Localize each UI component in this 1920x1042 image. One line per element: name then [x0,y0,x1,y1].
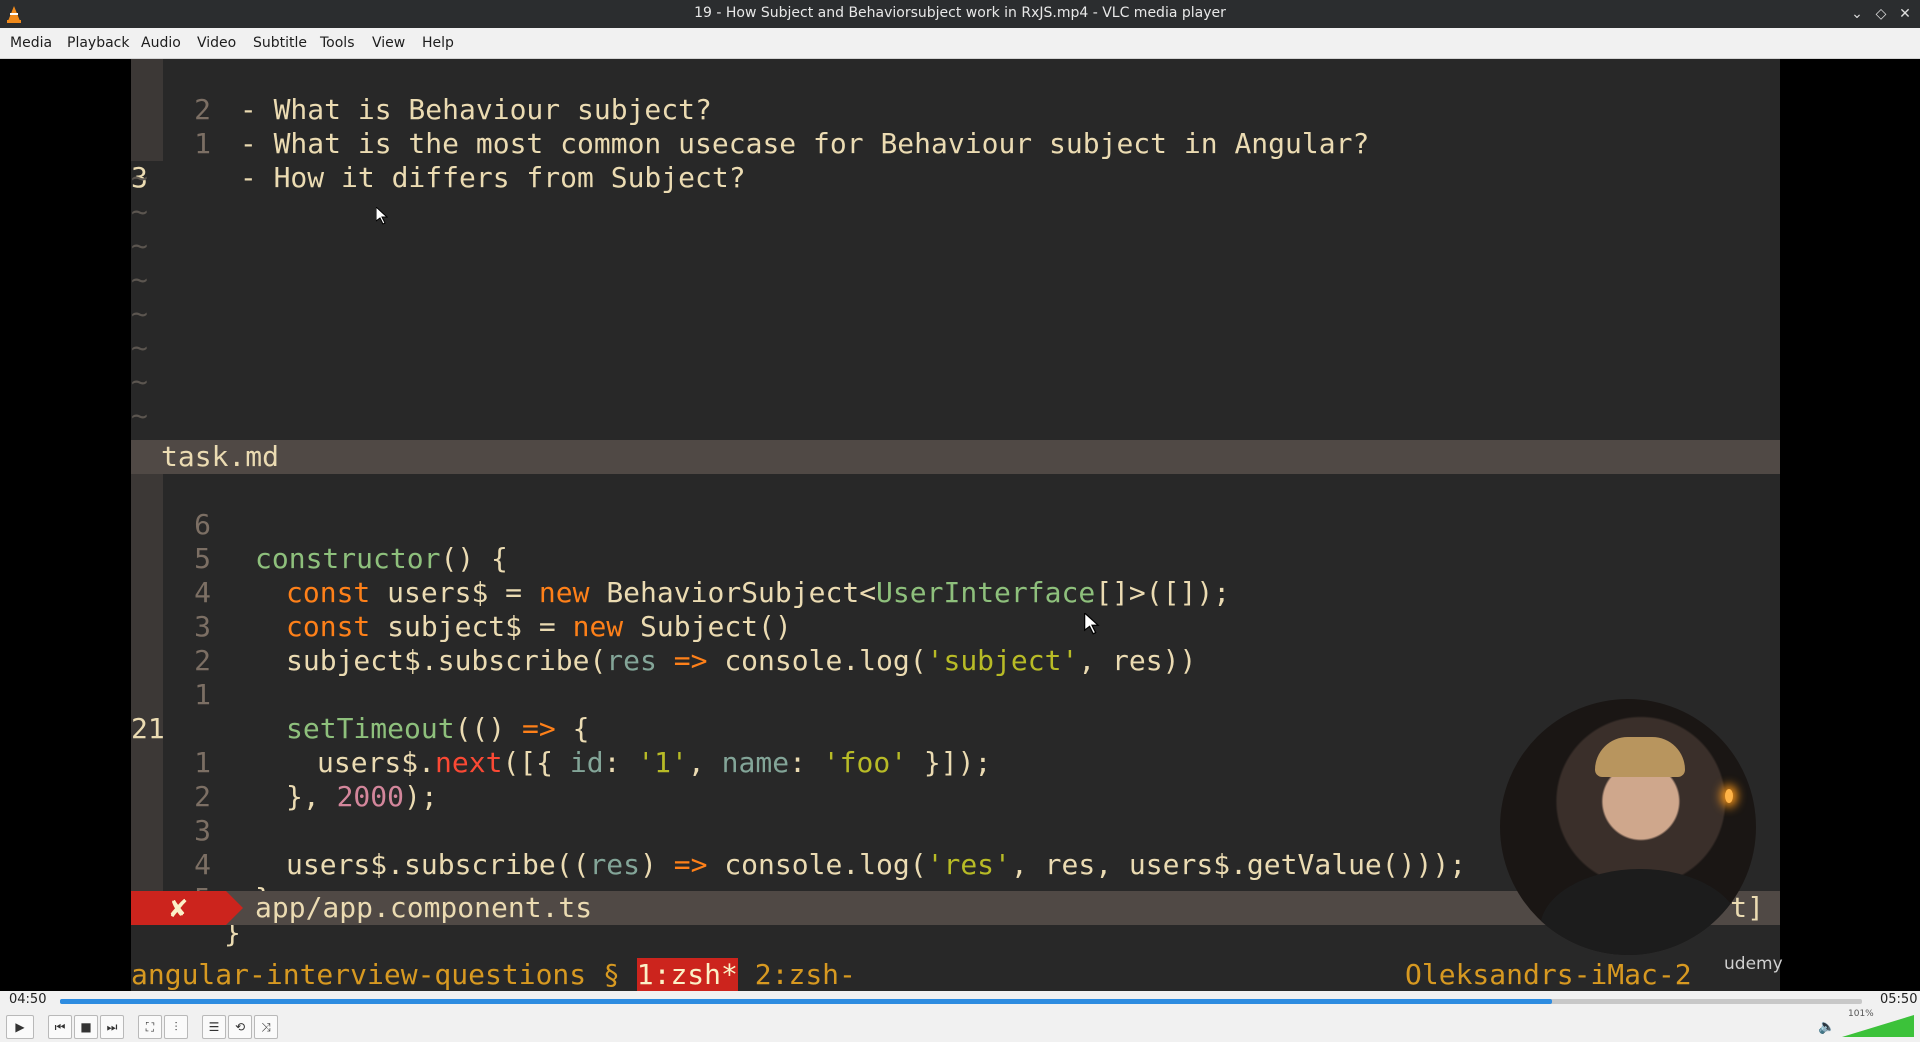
tmux-session: angular-interview-questions § 1:zsh* 2:z… [131,958,856,991]
editor-line: 4 const subject$ = new Subject() [194,576,792,643]
menu-view[interactable]: View [372,35,405,51]
sliders-icon: ⫶ [174,1020,178,1034]
menu-bar: Media Playback Audio Video Subtitle Tool… [0,28,1920,59]
play-icon: ▶ [15,1020,25,1034]
fullscreen-button[interactable]: ⛶ [138,1015,162,1039]
editor-line: 1 - What is the most common usecase for … [194,127,1370,160]
mouse-cursor-icon [376,207,388,225]
menu-audio[interactable]: Audio [141,35,181,51]
empty-line-marker: ~ [131,297,148,330]
video-surface[interactable]: 2 - What is Behaviour subject? 1 - What … [0,59,1920,991]
shuffle-button[interactable]: ⤨ [254,1015,278,1039]
editor-line: 1 }, 2000); [194,746,438,813]
menu-tools[interactable]: Tools [320,35,355,51]
loop-icon: ⟲ [234,1020,246,1034]
candle-icon [1725,789,1733,803]
title-bar: 19 - How Subject and Behaviorsubject wor… [0,0,1920,28]
status-filename: app/app.component.ts [255,891,593,924]
speaker-icon[interactable]: 🔈 [1818,1019,1835,1035]
menu-help[interactable]: Help [422,35,454,51]
volume-slider[interactable] [1842,1015,1914,1037]
empty-line-marker: ~ [131,331,148,364]
editor-line: 5 } [194,882,241,949]
editor-line: 5 const users$ = new BehaviorSubject<Use… [194,542,1231,609]
editor-line: 3 users$.subscribe((res) => console.log(… [194,814,1467,881]
error-x-icon: ✘ [170,891,187,924]
chevron-down-icon: ⌄ [1851,6,1863,22]
tmux-statusbar: angular-interview-questions § 1:zsh* 2:z… [131,958,1780,991]
udemy-watermark: udemy [1724,954,1783,974]
status-filename: task.md [161,440,280,473]
minimize-button[interactable]: ⌄ [1846,3,1868,25]
empty-line-marker: ~ [131,263,148,296]
editor-line: 21 users$.next([{ id: '1', name: 'foo' }… [131,712,992,779]
editor-line: 3 - How it differs from Subject? [131,161,746,194]
close-button[interactable]: ✕ [1894,3,1916,25]
menu-video[interactable]: Video [197,35,236,51]
playback-controls: 04:50 05:50 ▶ ⏮ ■ ⏭ ⛶ ⫶ ☰ ⟲ ⤨ 🔈 101% [0,991,1920,1042]
empty-line-marker: ~ [131,229,148,262]
skip-back-icon: ⏮ [54,1020,66,1034]
powerline-arrow [226,891,243,925]
menu-media[interactable]: Media [10,35,52,51]
editor-line: 2 [194,644,211,677]
playlist-icon: ☰ [208,1020,220,1034]
elapsed-time: 04:50 [9,992,47,1007]
menu-subtitle[interactable]: Subtitle [253,35,307,51]
editor-line: 4 } [194,848,272,915]
loop-button[interactable]: ⟲ [228,1015,252,1039]
editor-line: 2 [194,780,211,813]
stop-icon: ■ [80,1020,92,1034]
fullscreen-icon: ⛶ [145,1020,155,1034]
menu-playback[interactable]: Playback [67,35,129,51]
editor-line: 3 subject$.subscribe(res => console.log(… [194,610,1197,677]
empty-line-marker: ~ [131,365,148,398]
play-button[interactable]: ▶ [6,1015,34,1039]
extended-settings-button[interactable]: ⫶ [164,1015,188,1039]
editor-statusline-top: task.md [131,440,1780,474]
presenter-webcam [1500,699,1756,955]
next-button[interactable]: ⏭ [100,1015,124,1039]
editor-line: 1 setTimeout(() => { [194,678,590,745]
total-time: 05:50 [1880,992,1918,1007]
stop-button[interactable]: ■ [74,1015,98,1039]
editor-line: 2 - What is Behaviour subject? [194,93,712,126]
error-indicator: ✘ [131,891,226,925]
seek-bar[interactable] [60,999,1862,1004]
shuffle-icon: ⤨ [261,1020,271,1034]
close-icon: ✕ [1899,6,1911,22]
diamond-icon: ◇ [1875,6,1887,22]
window-title: 19 - How Subject and Behaviorsubject wor… [694,5,1226,21]
empty-line-marker: ~ [131,161,148,194]
playlist-button[interactable]: ☰ [202,1015,226,1039]
skip-forward-icon: ⏭ [106,1020,118,1034]
mouse-cursor-icon [1084,613,1100,635]
empty-line-marker: ~ [131,399,148,432]
previous-button[interactable]: ⏮ [48,1015,72,1039]
maximize-button[interactable]: ◇ [1870,3,1892,25]
editor-line: 6 constructor() { [194,508,508,575]
tmux-window: 2:zsh- [737,958,856,991]
seek-progress [60,999,1553,1004]
tmux-window-active: 1:zsh* [636,958,738,991]
empty-line-marker: ~ [131,195,148,228]
